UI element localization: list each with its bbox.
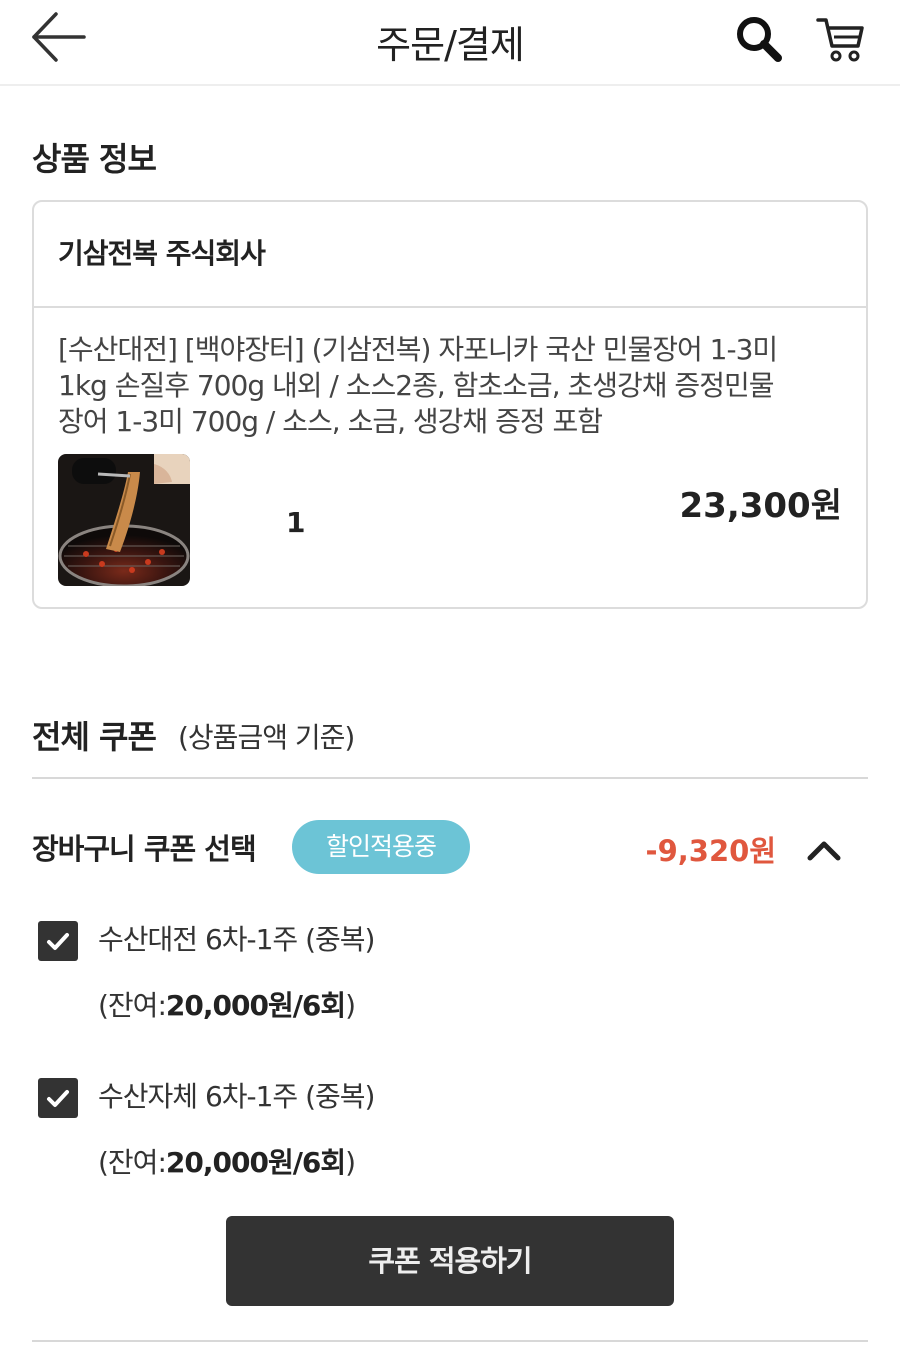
coupon-remaining-prefix: (잔여: [98, 989, 167, 1022]
discount-applied-badge: 할인적용중 [292, 820, 470, 874]
apply-coupon-button[interactable]: 쿠폰 적용하기 [226, 1216, 674, 1306]
coupon-remaining-prefix: (잔여: [98, 1146, 167, 1179]
cart-coupon-label: 장바구니 쿠폰 선택 [32, 832, 257, 866]
cart-button[interactable] [812, 10, 870, 66]
coupon-remaining-suffix: ) [345, 989, 356, 1022]
description-line: 1kg 손질후 700g 내외 / 소스2종, 함초소금, 초생강채 증정민물 [58, 369, 774, 402]
collapse-toggle-button[interactable] [800, 826, 848, 874]
product-section-title: 상품 정보 [32, 140, 157, 178]
coupon-checkbox[interactable] [38, 921, 78, 961]
cart-icon [816, 18, 864, 62]
coupon-name: 수산대전 6차-1주 (중복) [98, 923, 375, 956]
coupon-divider [32, 777, 868, 779]
app-header: 주문/결제 [0, 0, 900, 86]
seller-row: 기삼전복 주식회사 [34, 202, 866, 308]
search-icon [737, 17, 782, 62]
coupon-remaining-value: 20,000원/6회 [165, 989, 346, 1022]
product-price: 23,300원 [679, 486, 842, 526]
discount-amount: -9,320원 [645, 834, 776, 868]
description-line: [수산대전] [백야장터] (기삼전복) 자포니카 국산 민물장어 1-3미 [58, 333, 778, 366]
product-description: [수산대전] [백야장터] (기삼전복) 자포니카 국산 민물장어 1-3미 1… [58, 332, 858, 440]
checkmark-icon [47, 1090, 69, 1107]
coupon-section-title: 전체 쿠폰 [32, 718, 157, 756]
description-line: 장어 1-3미 700g / 소스, 소금, 생강채 증정 포함 [58, 405, 603, 438]
product-image[interactable] [58, 454, 190, 586]
bottom-divider [32, 1340, 868, 1342]
coupon-remaining-value: 20,000원/6회 [165, 1146, 346, 1179]
coupon-remaining-suffix: ) [345, 1146, 356, 1179]
product-quantity: 1 [286, 506, 306, 539]
coupon-checkbox[interactable] [38, 1078, 78, 1118]
coupon-remaining: (잔여:20,000원/6회) [98, 1141, 356, 1181]
coupon-remaining: (잔여:20,000원/6회) [98, 984, 356, 1024]
coupon-option: 수산자체 6차-1주 (중복) (잔여:20,000원/6회) [36, 1075, 836, 1195]
chevron-up-icon [807, 841, 841, 861]
search-button[interactable] [730, 10, 786, 66]
coupon-section-subtitle: (상품금액 기준) [178, 721, 355, 754]
product-card: 기삼전복 주식회사 [수산대전] [백야장터] (기삼전복) 자포니카 국산 민… [32, 200, 868, 609]
coupon-option: 수산대전 6차-1주 (중복) (잔여:20,000원/6회) [36, 918, 836, 1038]
checkmark-icon [47, 933, 69, 950]
coupon-name: 수산자체 6차-1주 (중복) [98, 1080, 375, 1113]
seller-name: 기삼전복 주식회사 [58, 237, 266, 270]
